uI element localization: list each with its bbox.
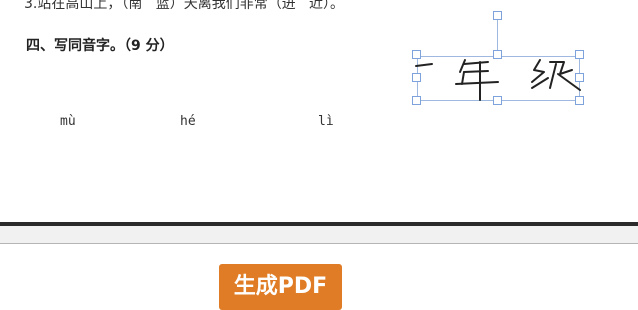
- resize-handle-bottom[interactable]: [493, 96, 502, 105]
- generate-pdf-button[interactable]: 生成PDF: [219, 264, 342, 310]
- document-canvas: 3.站在高山上，（南 蓝）天离我们非常（进 近）。 四、写同音字。（9 分） m…: [0, 0, 638, 222]
- question-3-text: 3.站在高山上，（南 蓝）天离我们非常（进 近）。: [24, 0, 345, 12]
- resize-handle-top-left[interactable]: [412, 50, 421, 59]
- resize-handle-top-right[interactable]: [575, 50, 584, 59]
- pinyin-li: lì: [318, 114, 334, 129]
- resize-handle-top[interactable]: [493, 50, 502, 59]
- section-4-title: 四、写同音字。（9 分）: [26, 38, 174, 54]
- pinyin-mu: mù: [60, 114, 76, 129]
- resize-handle-bottom-left[interactable]: [412, 96, 421, 105]
- pinyin-he: hé: [180, 114, 196, 129]
- resize-handle-right[interactable]: [575, 73, 584, 82]
- toolbar-band: [0, 226, 638, 244]
- editor-page: 3.站在高山上，（南 蓝）天离我们非常（进 近）。 四、写同音字。（9 分） m…: [0, 0, 638, 310]
- resize-handle-bottom-right[interactable]: [575, 96, 584, 105]
- resize-handle-left[interactable]: [412, 73, 421, 82]
- rotate-handle[interactable]: [493, 11, 502, 20]
